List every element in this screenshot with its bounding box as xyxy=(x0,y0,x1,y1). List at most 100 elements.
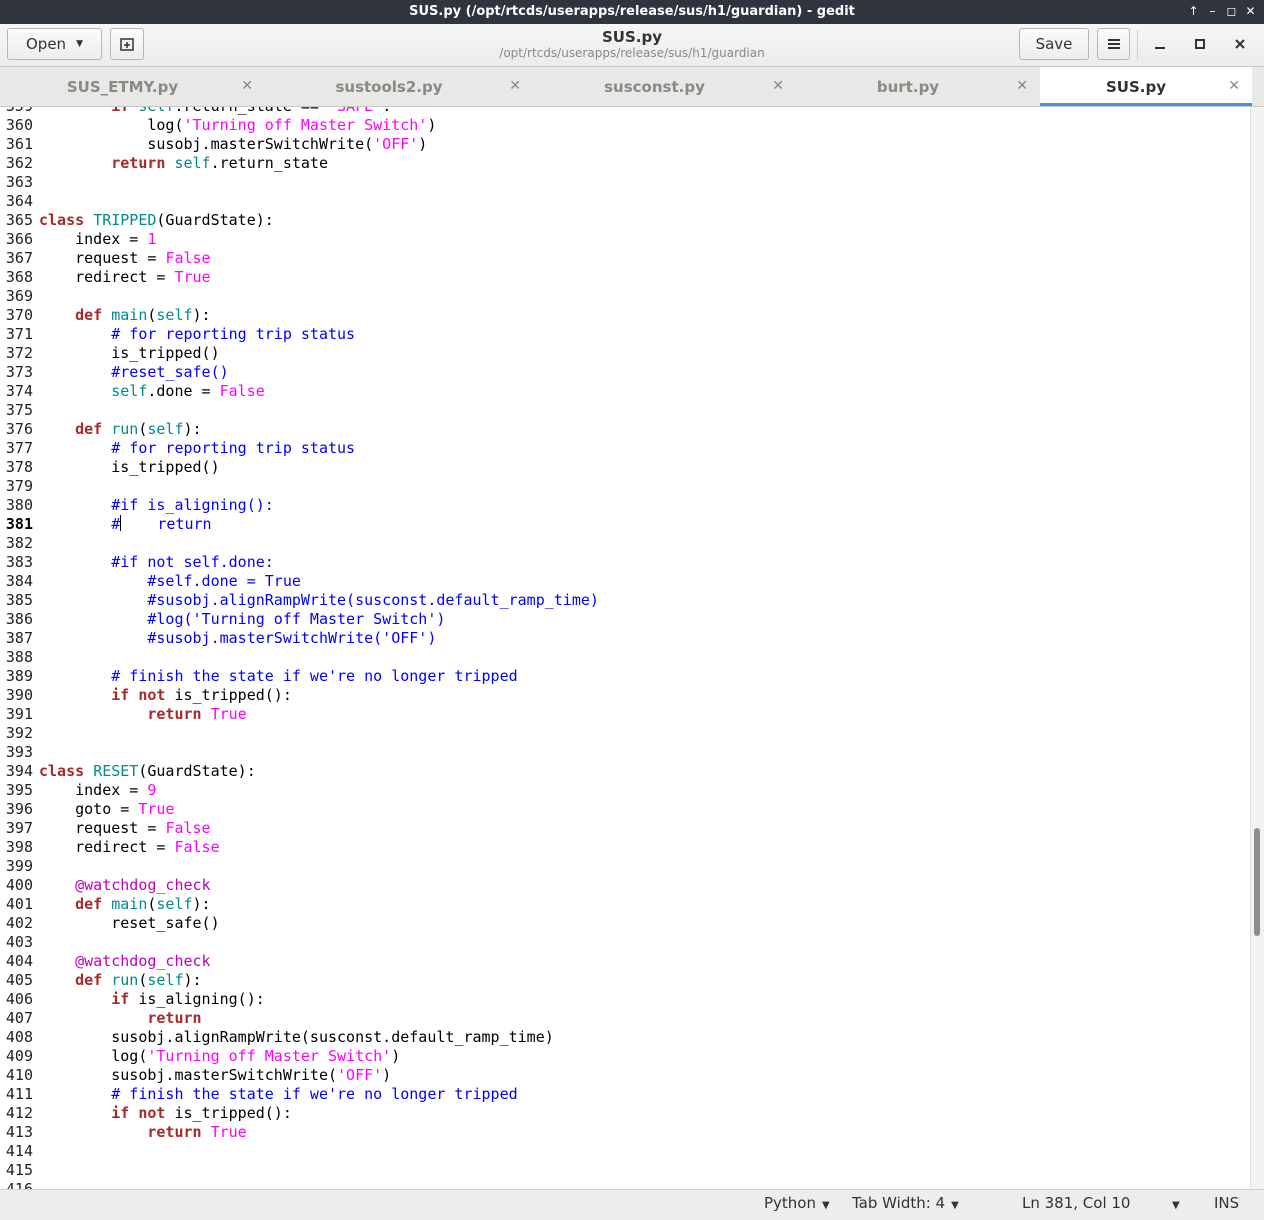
close-tab-icon[interactable]: ✕ xyxy=(1016,78,1028,94)
code-line[interactable]: 403 xyxy=(0,933,39,952)
code-line[interactable]: 376 def run(self): xyxy=(0,420,202,439)
code-line[interactable]: 365 class TRIPPED(GuardState): xyxy=(0,211,274,230)
save-button[interactable]: Save xyxy=(1019,28,1089,60)
code-line[interactable]: 375 xyxy=(0,401,39,420)
code-line[interactable]: 400 @watchdog_check xyxy=(0,876,211,895)
code-line[interactable]: 369 xyxy=(0,287,39,306)
maximize-icon[interactable]: ◻ xyxy=(1224,3,1239,19)
code-token: .return_state == xyxy=(174,107,328,115)
maximize-button[interactable] xyxy=(1186,30,1214,58)
code-line[interactable]: 411 # finish the state if we're no longe… xyxy=(0,1085,518,1104)
code-token: 9 xyxy=(147,781,157,799)
code-token: def xyxy=(75,420,112,438)
code-token: #susobj.alignRampWrite(susconst.default_… xyxy=(147,591,599,609)
code-line[interactable]: 399 xyxy=(0,857,39,876)
code-line[interactable]: 386 #log('Turning off Master Switch') xyxy=(0,610,445,629)
code-line[interactable]: 382 xyxy=(0,534,39,553)
minimize-button[interactable] xyxy=(1146,30,1174,58)
code-line[interactable]: 391 return True xyxy=(0,705,247,724)
code-line[interactable]: 398 redirect = False xyxy=(0,838,220,857)
code-token: susobj.masterSwitchWrite( xyxy=(39,1066,338,1084)
code-token: False xyxy=(165,819,211,837)
code-line[interactable]: 367 request = False xyxy=(0,249,211,268)
code-line[interactable]: 374 self.done = False xyxy=(0,382,265,401)
minimize-icon[interactable]: – xyxy=(1205,3,1220,19)
code-line[interactable]: 416 xyxy=(0,1180,39,1189)
code-editor[interactable]: 359 if self.return_state == 'SAFE':360 l… xyxy=(0,107,1250,1189)
code-line[interactable]: 381 # return xyxy=(0,515,212,534)
tab-burt[interactable]: burt.py ✕ xyxy=(796,67,1040,106)
code-line[interactable]: 414 xyxy=(0,1142,39,1161)
code-line[interactable]: 415 xyxy=(0,1161,39,1180)
code-line[interactable]: 377 # for reporting trip status xyxy=(0,439,355,458)
language-selector[interactable]: Python ▼ xyxy=(764,1194,830,1212)
code-line[interactable]: 370 def main(self): xyxy=(0,306,211,325)
tab-sus[interactable]: SUS.py ✕ xyxy=(1040,67,1252,106)
code-line[interactable]: 387 #susobj.masterSwitchWrite('OFF') xyxy=(0,629,436,648)
close-button[interactable] xyxy=(1226,30,1254,58)
move-up-icon[interactable]: ↑ xyxy=(1186,3,1201,19)
code-line[interactable]: 389 # finish the state if we're no longe… xyxy=(0,667,518,686)
close-tab-icon[interactable]: ✕ xyxy=(241,78,253,94)
code-line[interactable]: 363 xyxy=(0,173,39,192)
code-line[interactable]: 406 if is_aligning(): xyxy=(0,990,265,1009)
position-menu-button[interactable]: ▼ xyxy=(1166,1194,1180,1212)
code-line[interactable]: 402 reset_safe() xyxy=(0,914,220,933)
line-number: 400 xyxy=(5,876,33,894)
code-line[interactable]: 409 log('Turning off Master Switch') xyxy=(0,1047,400,1066)
close-tab-icon[interactable]: ✕ xyxy=(1228,78,1240,94)
line-number: 393 xyxy=(5,743,33,761)
code-line[interactable]: 393 xyxy=(0,743,39,762)
code-line[interactable]: 404 @watchdog_check xyxy=(0,952,211,971)
vertical-scrollbar[interactable] xyxy=(1250,107,1264,1189)
code-line[interactable]: 395 index = 9 xyxy=(0,781,157,800)
close-tab-icon[interactable]: ✕ xyxy=(509,78,521,94)
code-line[interactable]: 368 redirect = True xyxy=(0,268,211,287)
code-line[interactable]: 413 return True xyxy=(0,1123,247,1142)
code-line[interactable]: 392 xyxy=(0,724,39,743)
code-line[interactable]: 407 return xyxy=(0,1009,202,1028)
code-line[interactable]: 405 def run(self): xyxy=(0,971,202,990)
scrollbar-thumb[interactable] xyxy=(1254,828,1260,936)
code-line[interactable]: 390 if not is_tripped(): xyxy=(0,686,292,705)
code-line[interactable]: 383 #if not self.done: xyxy=(0,553,274,572)
close-window-icon[interactable]: ✕ xyxy=(1243,3,1258,19)
code-line[interactable]: 362 return self.return_state xyxy=(0,154,328,173)
code-line[interactable]: 372 is_tripped() xyxy=(0,344,220,363)
code-line[interactable]: 380 #if is_aligning(): xyxy=(0,496,274,515)
line-number: 359 xyxy=(0,107,33,116)
code-line[interactable]: 359 if self.return_state == 'SAFE': xyxy=(0,107,391,116)
code-line[interactable]: 412 if not is_tripped(): xyxy=(0,1104,292,1123)
code-token: # finish the state if we're no longer tr… xyxy=(111,667,518,685)
code-line[interactable]: 396 goto = True xyxy=(0,800,175,819)
tab-sus-etmy[interactable]: SUS_ETMY.py ✕ xyxy=(0,67,265,106)
code-line[interactable]: 371 # for reporting trip status xyxy=(0,325,355,344)
code-line[interactable]: 388 xyxy=(0,648,39,667)
tab-sustools2[interactable]: sustools2.py ✕ xyxy=(265,67,533,106)
code-line[interactable]: 373 #reset_safe() xyxy=(0,363,229,382)
line-number: 363 xyxy=(5,173,33,191)
code-line[interactable]: 394 class RESET(GuardState): xyxy=(0,762,256,781)
tab-susconst[interactable]: susconst.py ✕ xyxy=(533,67,796,106)
close-tab-icon[interactable]: ✕ xyxy=(772,78,784,94)
code-line[interactable]: 410 susobj.masterSwitchWrite('OFF') xyxy=(0,1066,391,1085)
code-line[interactable]: 364 xyxy=(0,192,39,211)
code-line[interactable]: 366 index = 1 xyxy=(0,230,157,249)
code-line[interactable]: 397 request = False xyxy=(0,819,211,838)
hamburger-menu-button[interactable] xyxy=(1097,28,1130,60)
code-line[interactable]: 401 def main(self): xyxy=(0,895,211,914)
tab-width-selector[interactable]: Tab Width: 4 ▼ xyxy=(852,1194,959,1212)
code-line[interactable]: 408 susobj.alignRampWrite(susconst.defau… xyxy=(0,1028,554,1047)
open-button[interactable]: Open ▼ xyxy=(7,28,102,60)
code-line[interactable]: 360 log('Turning off Master Switch') xyxy=(0,116,436,135)
code-line[interactable]: 379 xyxy=(0,477,39,496)
code-token: # for reporting trip status xyxy=(111,439,356,457)
code-line[interactable]: 384 #self.done = True xyxy=(0,572,301,591)
new-document-button[interactable] xyxy=(110,28,144,60)
line-number: 360 xyxy=(5,116,33,134)
code-line[interactable]: 385 #susobj.alignRampWrite(susconst.defa… xyxy=(0,591,599,610)
code-line[interactable]: 378 is_tripped() xyxy=(0,458,220,477)
code-line[interactable]: 361 susobj.masterSwitchWrite('OFF') xyxy=(0,135,427,154)
